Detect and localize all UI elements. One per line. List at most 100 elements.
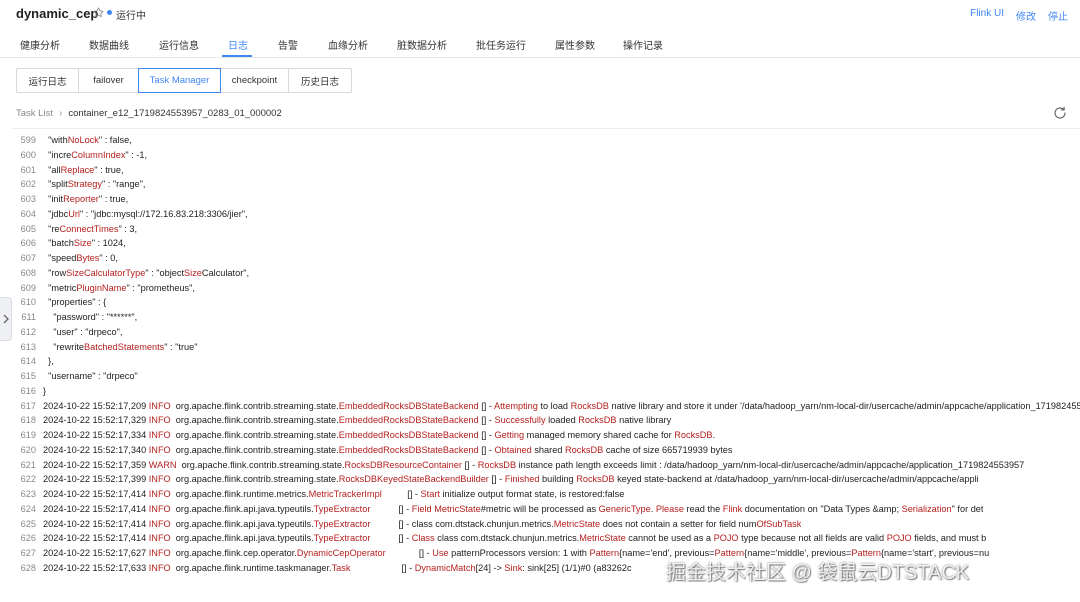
- line-number: 617: [20, 400, 36, 411]
- line-number: 627: [20, 548, 36, 558]
- line-number: 607: [20, 253, 36, 263]
- subtab-checkpoint[interactable]: checkpoint: [220, 68, 289, 93]
- line-number: 624: [20, 503, 36, 514]
- log-line: 607 "speedBytes" : 0,: [12, 251, 1080, 266]
- line-number: 599: [20, 135, 36, 145]
- edit-link[interactable]: 修改: [1016, 8, 1036, 23]
- log-text: },: [43, 356, 54, 367]
- log-line: 626 2024-10-22 15:52:17,414 INFO org.apac…: [12, 531, 1080, 546]
- line-number: 615: [20, 371, 36, 381]
- log-text: 2024-10-22 15:52:17,414 INFO org.apache.…: [43, 533, 987, 544]
- line-number: 620: [20, 444, 36, 455]
- line-number: 623: [20, 489, 36, 499]
- log-line: 615 "username" : "drpeco": [12, 369, 1080, 384]
- active-tab-indicator: [222, 55, 252, 57]
- tab-run-info[interactable]: 运行信息: [159, 37, 199, 52]
- log-text: }: [43, 385, 47, 396]
- log-text: "user" : "drpeco",: [43, 326, 123, 337]
- log-line: 625 2024-10-22 15:52:17,414 INFO org.apac…: [12, 517, 1080, 532]
- log-line: 611 "password" : "******",: [12, 310, 1080, 325]
- stop-link[interactable]: 停止: [1048, 8, 1068, 23]
- log-text: 2024-10-22 15:52:17,209 INFO org.apache.…: [43, 400, 1080, 411]
- chevron-right-icon: [3, 314, 9, 324]
- log-subtabs: 运行日志 failover Task Manager checkpoint 历史…: [16, 68, 352, 93]
- log-text: "password" : "******",: [43, 312, 138, 322]
- line-number: 619: [20, 430, 36, 440]
- log-line: 610 "properties" : {: [12, 295, 1080, 310]
- log-text: "increColumnIndex" : -1,: [43, 149, 148, 160]
- log-text: "initReporter" : true,: [43, 194, 129, 204]
- log-line: 612 "user" : "drpeco",: [12, 325, 1080, 340]
- line-number: 608: [20, 267, 36, 278]
- line-number: 606: [20, 238, 36, 249]
- log-line: 601 "allReplace" : true,: [12, 163, 1080, 178]
- chevron-right-icon: ›: [58, 108, 63, 119]
- header: dynamic_cep 运行中 Flink UI 修改 停止: [0, 0, 1080, 26]
- tab-data-curve[interactable]: 数据曲线: [89, 37, 129, 52]
- main-tabs: 健康分析 数据曲线 运行信息 日志 告警 血缘分析 脏数据分析 批任务运行 属性…: [0, 28, 1080, 58]
- log-line: 609 "metricPluginName" : "prometheus",: [12, 281, 1080, 296]
- tab-health-analysis[interactable]: 健康分析: [20, 37, 60, 52]
- log-text: 2024-10-22 15:52:17,414 INFO org.apache.…: [43, 518, 802, 529]
- tab-logs[interactable]: 日志: [228, 37, 248, 52]
- log-text: "splitStrategy" : "range",: [43, 179, 146, 190]
- tab-dirty-data-analysis[interactable]: 脏数据分析: [397, 37, 447, 52]
- log-line: 621 2024-10-22 15:52:17,359 WARN org.apac…: [12, 458, 1080, 473]
- line-number: 626: [20, 533, 36, 544]
- log-line: 620 2024-10-22 15:52:17,340 INFO org.apac…: [12, 443, 1080, 458]
- line-number: 625: [20, 518, 36, 529]
- subtab-history-log[interactable]: 历史日志: [288, 68, 352, 93]
- log-lines: 599 "withNoLock" : false, 600 "increColum…: [12, 133, 1080, 576]
- line-number: 605: [20, 223, 36, 234]
- tab-lineage-analysis[interactable]: 血缘分析: [328, 37, 368, 52]
- line-number: 621: [20, 459, 36, 470]
- line-number: 600: [20, 149, 36, 160]
- flink-ui-link[interactable]: Flink UI: [970, 8, 1004, 23]
- log-line: 602 "splitStrategy" : "range",: [12, 177, 1080, 192]
- log-viewer[interactable]: 599 "withNoLock" : false, 600 "increColum…: [12, 128, 1080, 602]
- log-line: 614 },: [12, 354, 1080, 369]
- log-text: 2024-10-22 15:52:17,414 INFO org.apache.…: [43, 503, 984, 514]
- line-number: 618: [20, 415, 36, 426]
- line-number: 612: [20, 326, 36, 337]
- line-number: 609: [20, 282, 36, 293]
- log-text: "allReplace" : true,: [43, 164, 124, 175]
- line-number: 622: [20, 474, 36, 485]
- log-text: 2024-10-22 15:52:17,334 INFO org.apache.…: [43, 430, 716, 440]
- line-number: 601: [20, 164, 36, 175]
- log-text: "username" : "drpeco": [43, 371, 138, 381]
- log-line: 605 "reConnectTimes" : 3,: [12, 222, 1080, 237]
- log-text: "jdbcUrl" : "jdbc:mysql://172.16.83.218:…: [43, 208, 248, 219]
- log-line: 600 "increColumnIndex" : -1,: [12, 148, 1080, 163]
- log-line: 624 2024-10-22 15:52:17,414 INFO org.apac…: [12, 502, 1080, 517]
- page-title: dynamic_cep: [16, 6, 99, 21]
- log-line: 603 "initReporter" : true,: [12, 192, 1080, 207]
- log-line: 604 "jdbcUrl" : "jdbc:mysql://172.16.83.…: [12, 207, 1080, 222]
- log-line: 617 2024-10-22 15:52:17,209 INFO org.apac…: [12, 399, 1080, 414]
- subtab-run-log[interactable]: 运行日志: [16, 68, 79, 93]
- sidebar-toggle[interactable]: [0, 297, 12, 341]
- watermark: 掘金技术社区 @ 袋鼠云DTSTACK: [666, 562, 970, 584]
- line-number: 614: [20, 356, 36, 367]
- subtab-failover[interactable]: failover: [78, 68, 139, 93]
- tab-batch-task-run[interactable]: 批任务运行: [476, 37, 526, 52]
- log-text: "batchSize" : 1024,: [43, 238, 126, 249]
- log-line: 618 2024-10-22 15:52:17,329 INFO org.apac…: [12, 413, 1080, 428]
- log-text: "withNoLock" : false,: [43, 135, 132, 145]
- log-line: 616}: [12, 384, 1080, 399]
- header-actions: Flink UI 修改 停止: [970, 8, 1068, 23]
- line-number: 602: [20, 179, 36, 190]
- log-text: 2024-10-22 15:52:17,399 INFO org.apache.…: [43, 474, 979, 485]
- log-line: 623 2024-10-22 15:52:17,414 INFO org.apac…: [12, 487, 1080, 502]
- tab-operation-records[interactable]: 操作记录: [623, 37, 663, 52]
- log-line: 613 "rewriteBatchedStatements" : "true": [12, 340, 1080, 355]
- log-text: "properties" : {: [43, 297, 107, 308]
- log-line: 619 2024-10-22 15:52:17,334 INFO org.apac…: [12, 428, 1080, 443]
- star-outline-icon[interactable]: [92, 6, 105, 19]
- subtab-task-manager[interactable]: Task Manager: [138, 68, 221, 93]
- tab-property-params[interactable]: 属性参数: [555, 37, 595, 52]
- tab-alerts[interactable]: 告警: [278, 37, 298, 52]
- breadcrumb-task-list[interactable]: Task List: [16, 108, 53, 119]
- log-line: 599 "withNoLock" : false,: [12, 133, 1080, 148]
- refresh-icon[interactable]: [1052, 105, 1068, 121]
